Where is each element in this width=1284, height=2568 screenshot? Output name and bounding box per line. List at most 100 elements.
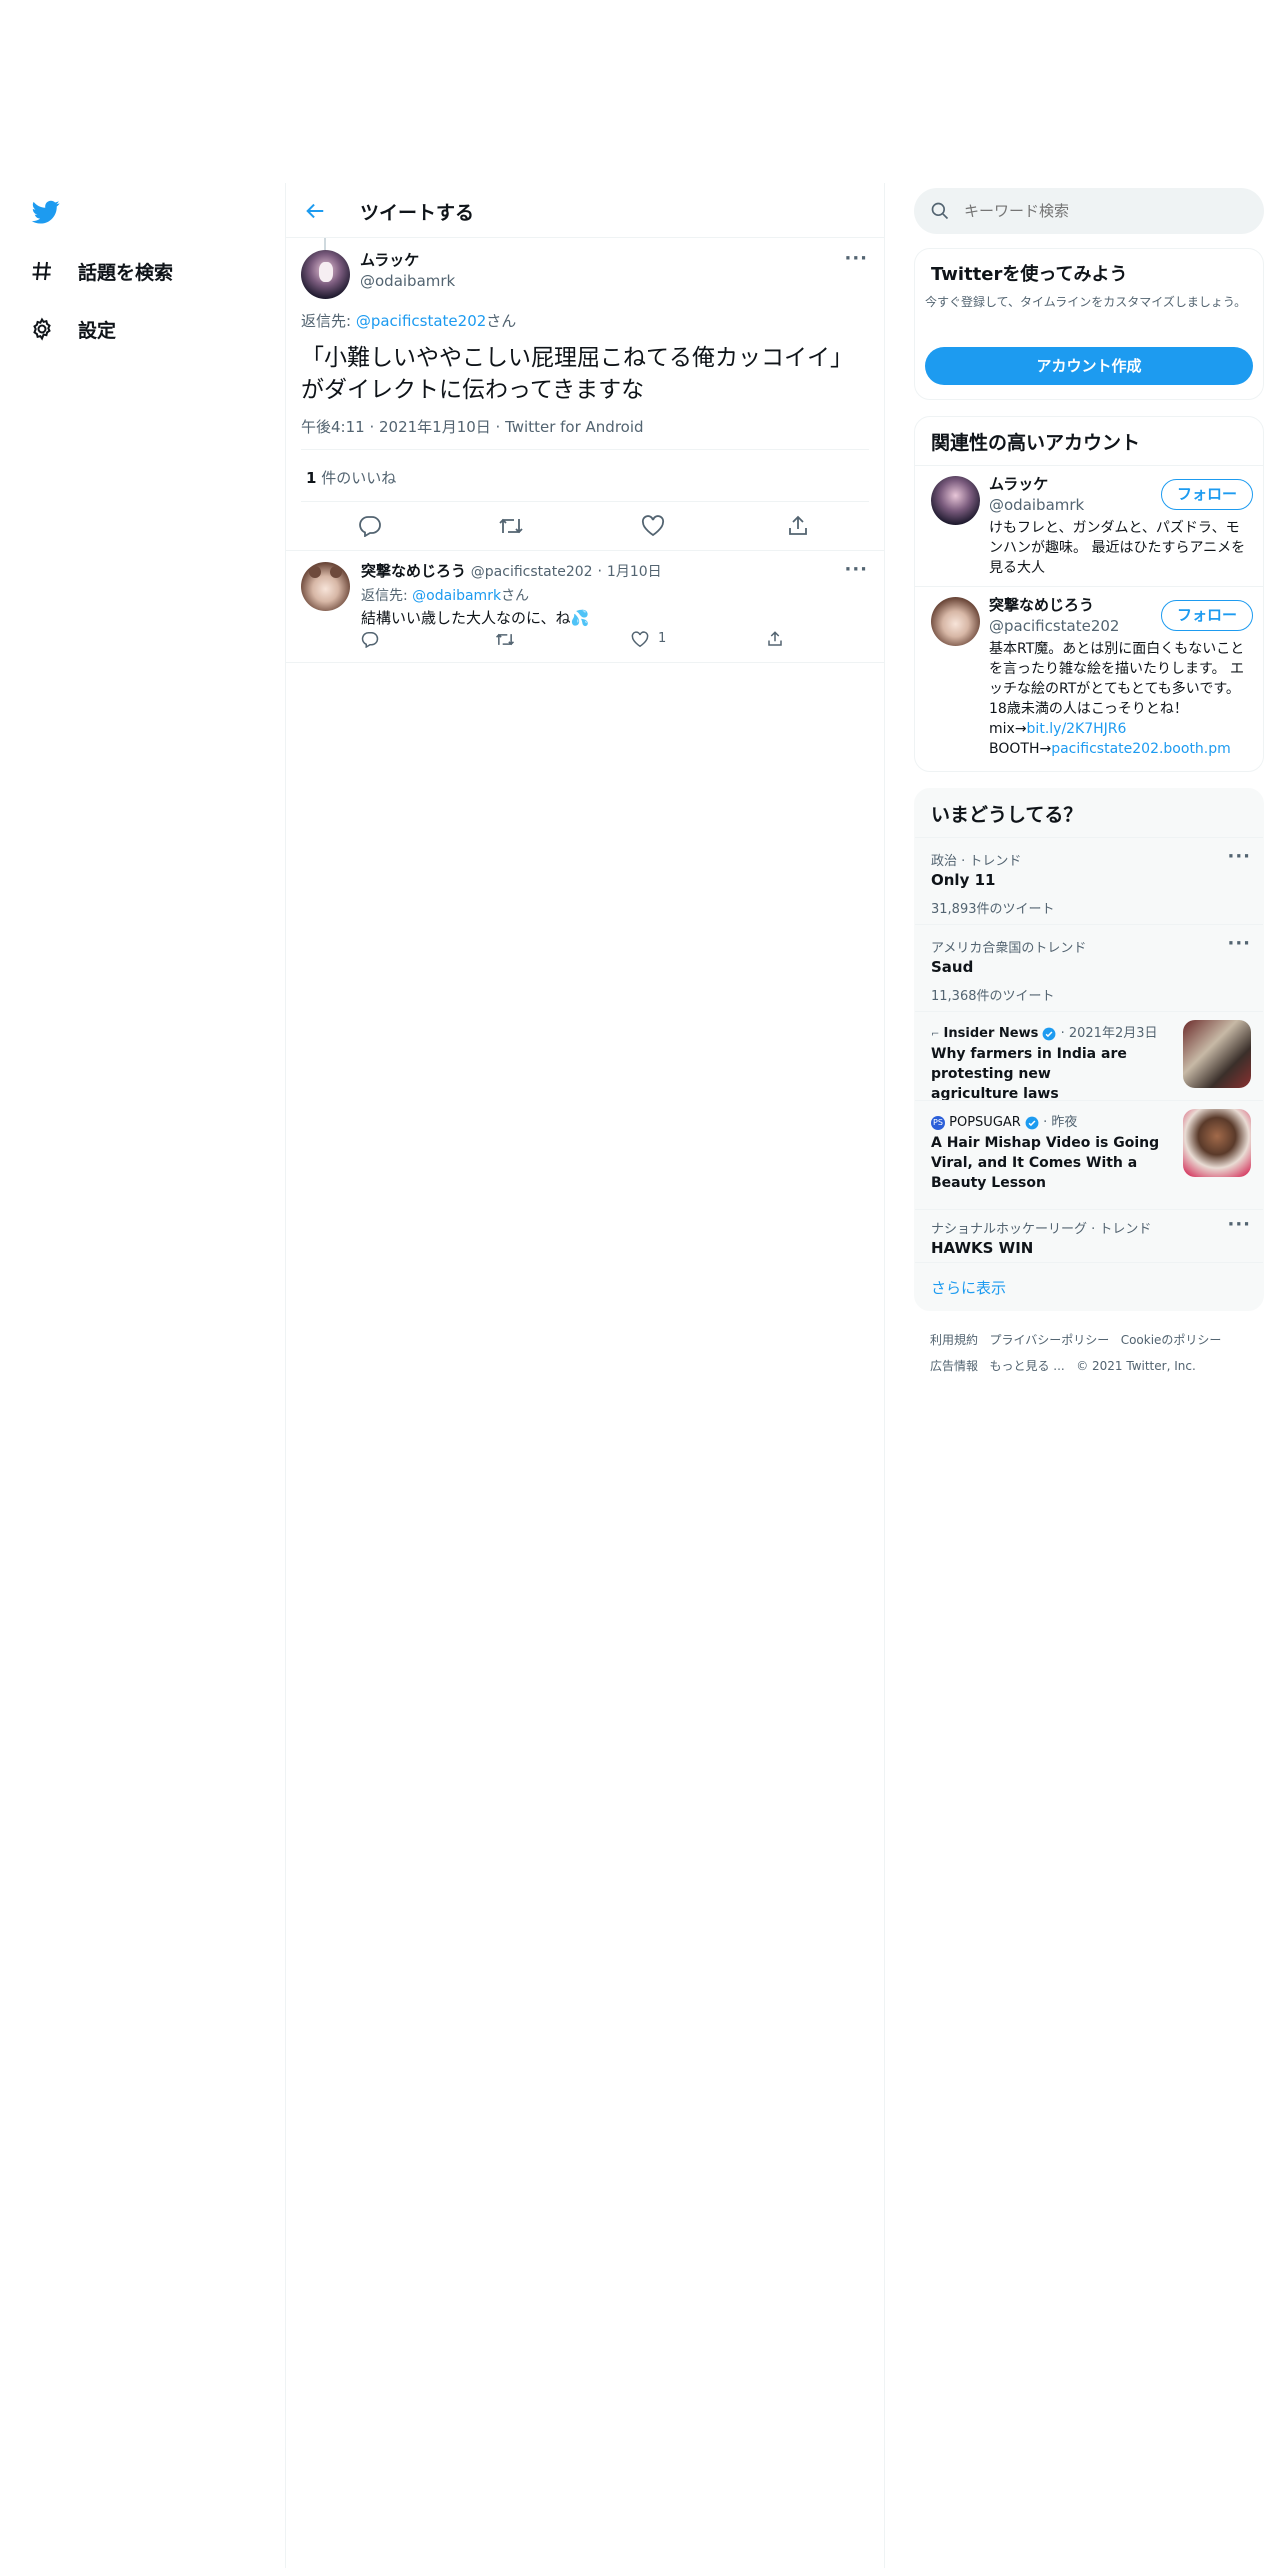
trend-more-icon[interactable]: ··· [1227,933,1251,954]
trend-more-icon[interactable]: ··· [1227,846,1251,867]
footer-link-more[interactable]: もっと見る ... [989,1359,1064,1373]
reply-author-name[interactable]: 突撃なめじろう [361,562,466,580]
reply-context: 返信先: @pacificstate202さん [301,310,516,331]
page-title: ツイートする [360,202,475,224]
search-input[interactable] [964,196,1244,226]
reply-date[interactable]: 1月10日 [607,564,662,580]
footer-copyright: © 2021 Twitter, Inc. [1076,1359,1196,1373]
reply-avatar[interactable] [301,562,350,611]
reply-suffix: さん [486,312,517,330]
twitter-logo-icon[interactable] [30,198,62,226]
follow-button[interactable]: フォロー [1161,479,1253,510]
news-headline: Why farmers in India are protesting new … [931,1046,1127,1102]
trend-more-icon[interactable]: ··· [1227,1214,1251,1235]
footer-link-privacy[interactable]: プライバシーポリシー [989,1333,1109,1347]
trend-count: 11,368件のツイート [931,989,1055,1004]
news-thumbnail [1183,1109,1251,1177]
related-accounts-card: 関連性の高いアカウント ムラッケ @odaibamrk フォロー けもフレと、ガ… [914,416,1264,772]
signup-title: Twitterを使ってみよう [931,264,1128,285]
related-2-handle[interactable]: @pacificstate202 [989,617,1119,635]
related-2-name[interactable]: 突撃なめじろう [989,594,1119,615]
show-more-link[interactable]: さらに表示 [931,1277,1006,1298]
news-item[interactable]: PS POPSUGAR · 昨夜 A Hair Mishap Video is … [915,1101,1263,1209]
tweet-author-handle[interactable]: @odaibamrk [360,272,455,290]
nav-explore[interactable]: 話題を検索 [30,251,173,291]
hashtag-icon [30,259,54,283]
signup-desc: 今すぐ登録して、タイムラインをカスタマイズしましょう。 [925,295,1247,309]
nav-settings-label: 設定 [78,319,117,342]
reply-like-count: 1 [658,631,667,646]
news-source: Insider News [943,1026,1039,1041]
news-thumbnail [1183,1020,1251,1088]
trend-name: Only 11 [931,871,996,889]
signup-card: Twitterを使ってみよう 今すぐ登録して、タイムラインをカスタマイズしましょ… [914,248,1264,400]
reply-actions: 1 [361,631,861,651]
trend-item[interactable]: ナショナルホッケーリーグ · トレンド HAWKS WIN ··· [915,1210,1263,1262]
reply-sep: · [597,562,603,580]
news-date: · 2021年2月3日 [1060,1026,1158,1041]
reply-share-icon[interactable] [766,630,784,648]
reply-to-link[interactable]: @pacificstate202 [356,312,486,330]
reply-reply-suffix: さん [501,588,530,604]
news-item[interactable]: ⌐ Insider News · 2021年2月3日 Why farmers i… [915,1012,1263,1102]
tweet-actions [286,502,884,550]
likes-number: 1 [306,469,317,487]
related-1-bio: けもフレと、ガンダムと、パズドラ、モンハンが趣味。 最近はひたすらアニメを見る大… [989,520,1246,576]
tweet-meta[interactable]: 午後4:11 · 2021年1月10日 · Twitter for Androi… [301,416,644,437]
verified-icon [1042,1027,1056,1041]
reply-retweet-icon[interactable] [495,631,515,648]
nav-settings[interactable]: 設定 [30,309,116,349]
avatar[interactable] [931,597,980,646]
trend-context: アメリカ合衆国のトレンド [931,941,1087,956]
trends-title: いまどうしてる？ [931,804,1083,826]
column-divider-right [884,183,885,2568]
share-icon[interactable] [786,514,810,538]
footer-link-terms[interactable]: 利用規約 [930,1333,978,1347]
trend-context: 政治 · トレンド [931,854,1022,869]
reply-reply-to-link[interactable]: @odaibamrk [412,588,501,604]
related-account-1[interactable]: ムラッケ @odaibamrk フォロー けもフレと、ガンダムと、パズドラ、モン… [915,466,1263,586]
related-2-bio: 基本RT魔。あとは別に面白くもないことを言ったり雑な絵を描いたりします。 エッチ… [989,639,1255,759]
footer-link-ads[interactable]: 広告情報 [930,1359,978,1373]
related-1-name[interactable]: ムラッケ [989,473,1084,494]
reply-reply-icon[interactable] [361,631,379,648]
reply-text: 結構いい歳した大人なのに、ね💦 [361,609,590,627]
tweet-author-name[interactable]: ムラッケ [360,249,455,270]
avatar[interactable] [931,476,980,525]
likes-label: 件のいいね [316,469,397,487]
related-2-bio-link-1[interactable]: bit.ly/2K7HJR6 [1027,721,1127,737]
reply-icon[interactable] [358,515,382,537]
reply-more-icon[interactable]: ··· [844,559,868,580]
trend-name: Saud [931,958,974,976]
like-icon[interactable] [641,515,665,537]
related-2-bio-link-2[interactable]: pacificstate202.booth.pm [1051,741,1231,757]
follow-button[interactable]: フォロー [1161,600,1253,631]
thread-line [324,238,326,250]
reply-reply-context: 返信先: @odaibamrkさん [361,585,529,605]
trend-name: HAWKS WIN [931,1239,1034,1257]
reply-reply-prefix: 返信先: [361,588,413,604]
related-account-2[interactable]: 突撃なめじろう @pacificstate202 フォロー 基本RT魔。あとは別… [915,587,1263,771]
more-icon[interactable]: ··· [844,248,868,269]
reply-prefix: 返信先: [301,312,356,330]
trend-item[interactable]: 政治 · トレンド Only 11 31,893件のツイート ··· [915,838,1263,924]
likes-count[interactable]: 1 件のいいね [306,467,396,488]
footer-link-cookie[interactable]: Cookieのポリシー [1121,1333,1222,1347]
trend-item[interactable]: アメリカ合衆国のトレンド Saud 11,368件のツイート ··· [915,925,1263,1011]
news-source-icon: ⌐ [931,1029,940,1040]
avatar[interactable] [301,250,350,299]
reply-like-icon[interactable] [631,631,649,648]
reply-author-handle[interactable]: @pacificstate202 [471,564,593,580]
related-2-bio-text-2: BOOTH→ [989,741,1052,757]
tweet-text: 「小難しいややこしい屁理屈こねてる俺カッコイイ」がダイレクトに伝わってきますな [301,345,853,403]
retweet-icon[interactable] [498,515,524,537]
create-account-button[interactable]: アカウント作成 [925,347,1253,385]
search-box[interactable] [914,188,1264,234]
popsugar-logo-icon: PS [931,1115,945,1130]
trend-count: 31,893件のツイート [931,902,1055,917]
reply-tweet[interactable]: 突撃なめじろう @pacificstate202 · 1月10日 ··· 返信先… [286,551,884,648]
gear-icon [30,317,54,341]
footer: 利用規約 プライバシーポリシー Cookieのポリシー 広告情報 もっと見る .… [930,1327,1260,1379]
back-arrow-icon[interactable] [304,200,326,222]
related-1-handle[interactable]: @odaibamrk [989,496,1084,514]
